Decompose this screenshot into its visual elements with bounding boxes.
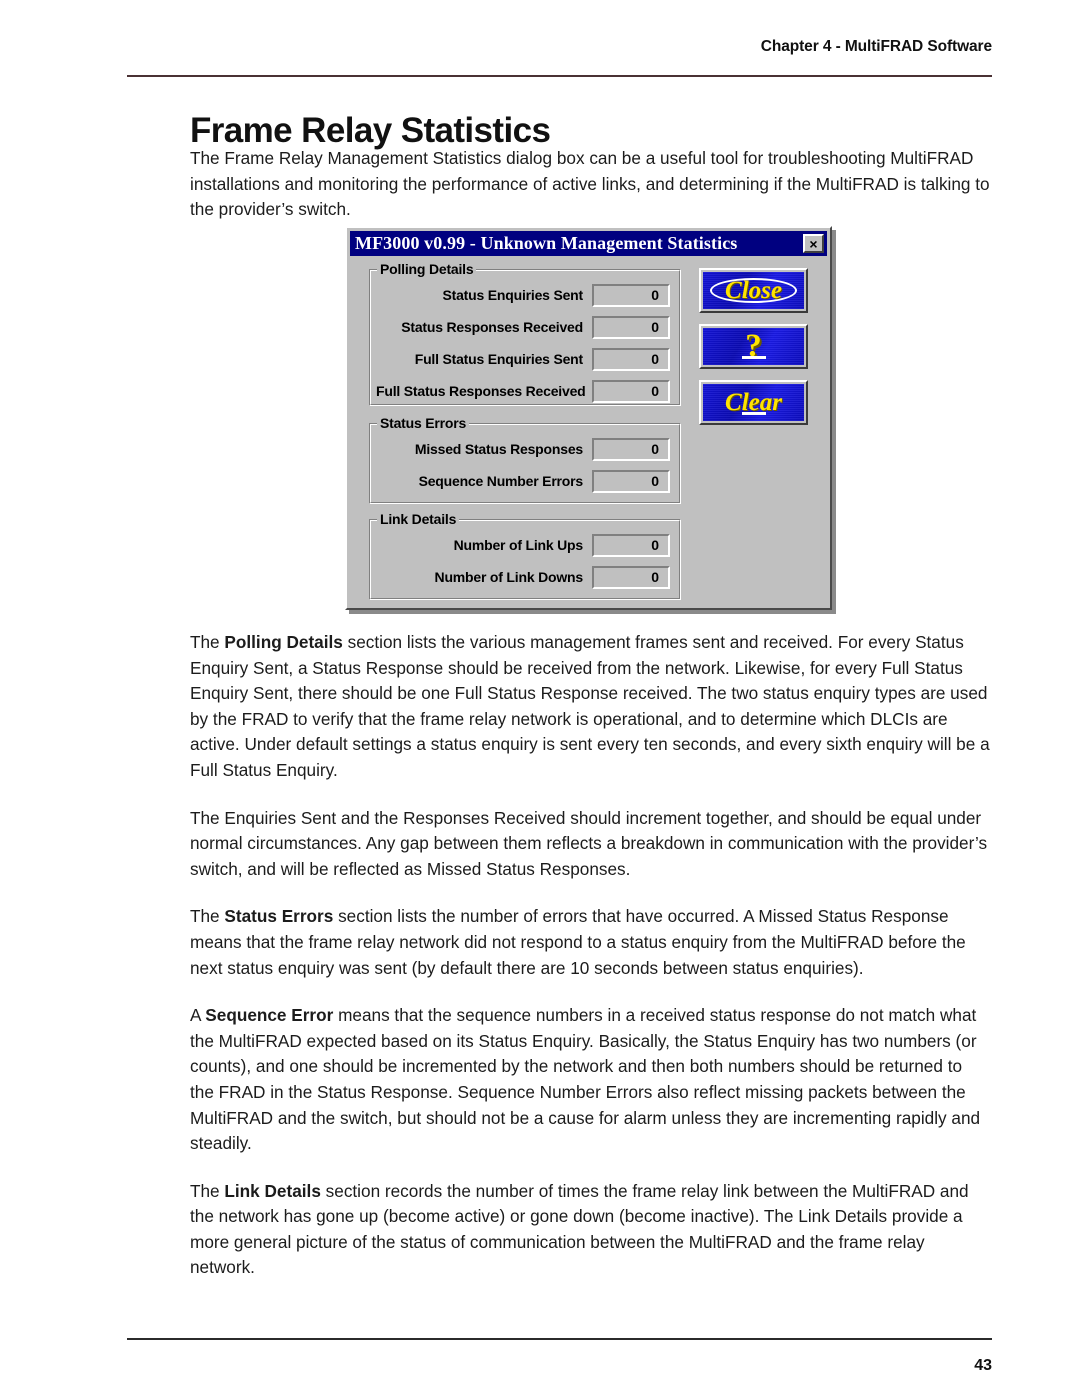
close-button-label: Close bbox=[725, 277, 782, 304]
field-row: Number of Link Downs 0 bbox=[376, 565, 676, 589]
field-value-status-responses-received: 0 bbox=[592, 315, 670, 339]
paragraph-link-lead: The bbox=[190, 1180, 225, 1201]
field-label: Missed Status Responses bbox=[414, 441, 583, 457]
explanatory-text-block: The Polling Details section lists the va… bbox=[190, 630, 990, 1303]
field-row: Full Status Enquiries Sent 0 bbox=[376, 347, 676, 371]
header-rule bbox=[127, 75, 992, 77]
field-value-full-status-enquiries-sent: 0 bbox=[592, 347, 670, 371]
paragraph-sequence-error: A Sequence Error means that the sequence… bbox=[190, 1003, 990, 1157]
group-status-errors: Status Errors Missed Status Responses 0 … bbox=[369, 415, 681, 504]
paragraph-status-lead: The bbox=[190, 906, 225, 927]
help-button-underline bbox=[741, 356, 766, 359]
paragraph-polling-details: The Polling Details section lists the va… bbox=[190, 630, 990, 784]
close-button[interactable]: Close bbox=[699, 268, 808, 313]
clear-button[interactable]: Clear bbox=[699, 380, 808, 425]
dialog-titlebar: MF3000 v0.99 - Unknown Management Statis… bbox=[350, 231, 827, 256]
group-link-details: Link Details Number of Link Ups 0 Number… bbox=[369, 511, 681, 600]
group-status-errors-legend: Status Errors bbox=[377, 415, 470, 431]
field-row: Number of Link Ups 0 bbox=[376, 533, 676, 557]
field-label: Status Responses Received bbox=[401, 319, 583, 335]
field-label: Status Enquiries Sent bbox=[442, 287, 584, 303]
dialog-title: MF3000 v0.99 - Unknown Management Statis… bbox=[355, 233, 738, 253]
document-page: Chapter 4 - MultiFRAD Software Frame Rel… bbox=[0, 0, 1080, 1397]
field-label: Number of Link Ups bbox=[453, 537, 584, 553]
paragraph-sequence-rest: means that the sequence numbers in a rec… bbox=[190, 1005, 981, 1154]
field-label: Full Status Responses Received bbox=[376, 383, 586, 399]
field-label: Full Status Enquiries Sent bbox=[414, 351, 583, 367]
clear-button-underline bbox=[741, 412, 766, 415]
field-value-sequence-number-errors: 0 bbox=[592, 469, 670, 493]
group-link-details-legend: Link Details bbox=[377, 511, 460, 527]
field-value-number-of-link-ups: 0 bbox=[592, 533, 670, 557]
sequence-error-term: Sequence Error bbox=[205, 1005, 334, 1026]
field-row: Full Status Responses Received 0 bbox=[376, 379, 676, 403]
page-number: 43 bbox=[974, 1357, 992, 1374]
link-details-term: Link Details bbox=[224, 1180, 321, 1201]
paragraph-enquiries: The Enquiries Sent and the Responses Rec… bbox=[190, 807, 988, 879]
field-value-full-status-responses-received: 0 bbox=[592, 379, 670, 403]
footer-rule bbox=[127, 1338, 992, 1340]
statistics-dialog: MF3000 v0.99 - Unknown Management Statis… bbox=[345, 226, 832, 610]
status-errors-term: Status Errors bbox=[224, 906, 334, 927]
help-button[interactable]: ? bbox=[699, 324, 808, 369]
paragraph-status-errors: The Status Errors section lists the numb… bbox=[190, 904, 990, 981]
field-value-missed-status-responses: 0 bbox=[592, 437, 670, 461]
field-label: Number of Link Downs bbox=[434, 569, 584, 585]
field-value-number-of-link-downs: 0 bbox=[592, 565, 670, 589]
field-row: Status Enquiries Sent 0 bbox=[376, 283, 676, 307]
polling-details-term: Polling Details bbox=[224, 632, 343, 652]
running-head: Chapter 4 - MultiFRAD Software bbox=[760, 38, 992, 55]
group-polling-details: Polling Details Status Enquiries Sent 0 … bbox=[369, 261, 681, 406]
field-row: Missed Status Responses 0 bbox=[376, 437, 676, 461]
field-row: Sequence Number Errors 0 bbox=[376, 469, 676, 493]
field-row: Status Responses Received 0 bbox=[376, 315, 676, 339]
frame-relay-statistics-dialog-figure: MF3000 v0.99 - Unknown Management Statis… bbox=[345, 226, 832, 610]
paragraph-sequence-lead: A bbox=[190, 1005, 206, 1026]
paragraph-polling-lead: The bbox=[190, 632, 225, 652]
paragraph-link-details: The Link Details section records the num… bbox=[190, 1179, 990, 1281]
paragraph-polling-rest: section lists the various management fra… bbox=[190, 632, 990, 780]
field-value-status-enquiries-sent: 0 bbox=[592, 283, 670, 307]
group-polling-details-legend: Polling Details bbox=[377, 261, 477, 277]
paragraph-intro: The Frame Relay Management Statistics di… bbox=[190, 148, 990, 220]
close-icon[interactable]: × bbox=[803, 234, 824, 253]
field-label: Sequence Number Errors bbox=[418, 473, 584, 489]
